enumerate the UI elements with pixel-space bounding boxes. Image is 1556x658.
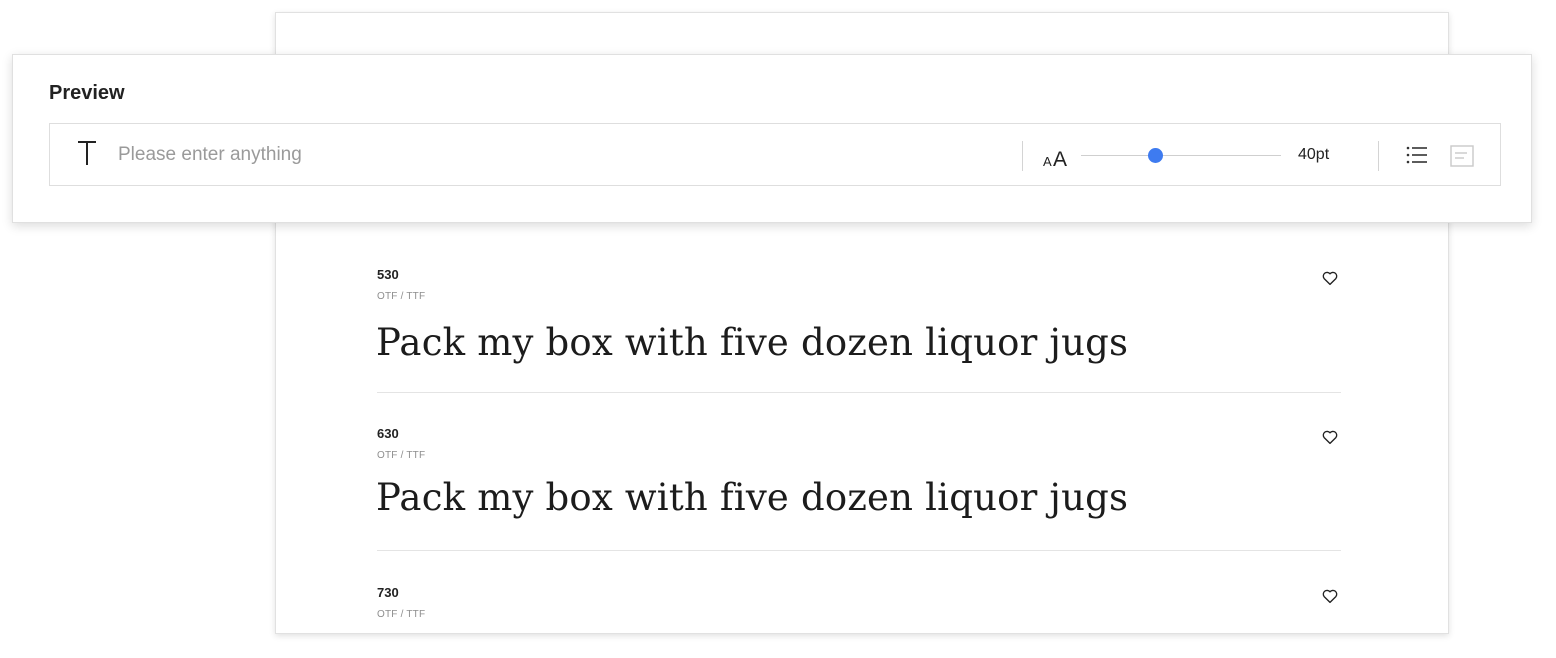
font-weight-label: 630: [377, 426, 399, 441]
preview-card: Preview A A 40pt: [12, 54, 1532, 223]
font-format-label: OTF / TTF: [377, 291, 426, 302]
heart-icon[interactable]: [1321, 428, 1339, 446]
slider-track: [1081, 155, 1281, 156]
font-size-icon: A A: [1043, 148, 1067, 170]
slider-thumb[interactable]: [1148, 148, 1163, 163]
font-size-value: 40pt: [1298, 146, 1330, 163]
font-sample-text: Pack my box with five dozen liquor jugs: [376, 321, 1129, 364]
toolbar-divider: [1378, 141, 1379, 171]
font-format-label: OTF / TTF: [377, 609, 426, 620]
heart-icon[interactable]: [1321, 587, 1339, 605]
toolbar-divider: [1022, 141, 1023, 171]
list-view-icon[interactable]: [1405, 143, 1429, 167]
card-view-icon[interactable]: [1450, 145, 1474, 167]
preview-toolbar: A A 40pt: [49, 123, 1501, 186]
svg-text:A: A: [1053, 148, 1067, 170]
font-weight-label: 730: [377, 585, 399, 600]
svg-text:A: A: [1043, 154, 1052, 169]
text-icon: [78, 141, 96, 165]
font-row-730: 730 OTF / TTF: [377, 585, 1341, 633]
font-size-slider[interactable]: [1081, 145, 1281, 167]
font-row-530: 530 OTF / TTF Pack my box with five doze…: [376, 267, 1341, 393]
preview-title: Preview: [49, 82, 125, 104]
font-sample-text: Pack my box with five dozen liquor jugs: [376, 476, 1129, 519]
font-format-label: OTF / TTF: [377, 450, 426, 461]
font-weight-label: 530: [377, 267, 399, 282]
heart-icon[interactable]: [1321, 269, 1339, 287]
preview-text-input[interactable]: [118, 138, 998, 172]
font-row-630: 630 OTF / TTF Pack my box with five doze…: [376, 426, 1341, 551]
